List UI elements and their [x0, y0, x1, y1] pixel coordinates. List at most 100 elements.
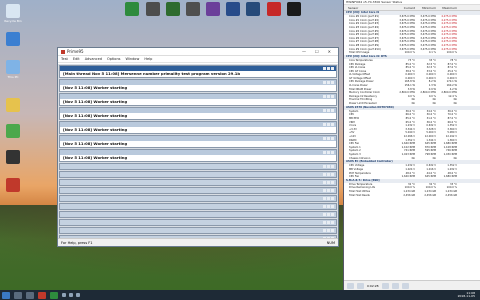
column-header[interactable]: Current	[394, 6, 415, 10]
hwinfo-sensor-list[interactable]: CPU [#0]: Intel Core i9 Core #0 Clock (pe…	[344, 11, 480, 280]
close-button[interactable]	[331, 137, 334, 140]
hwinfo-reset-button[interactable]	[391, 282, 399, 289]
desktop-icon[interactable]	[2, 150, 24, 176]
minimize-button[interactable]	[323, 137, 326, 140]
desktop-icon[interactable]	[2, 98, 24, 124]
desktop-icon[interactable]	[2, 178, 24, 204]
worker-titlebar[interactable]	[60, 212, 336, 217]
minimize-button[interactable]	[323, 165, 326, 168]
desktop-shortcut[interactable]	[183, 2, 203, 22]
worker-window[interactable]	[59, 203, 337, 210]
worker-window[interactable]: [Nov 5 11:08] Worker starting	[59, 107, 337, 120]
minimize-button[interactable]	[323, 123, 326, 126]
minimize-button[interactable]	[323, 151, 326, 154]
maximize-button[interactable]	[327, 213, 330, 216]
maximize-button[interactable]	[327, 189, 330, 192]
start-button[interactable]	[2, 291, 10, 299]
worker-window[interactable]	[59, 227, 337, 234]
close-button[interactable]	[331, 173, 334, 176]
search-icon[interactable]	[14, 291, 22, 299]
minimize-button[interactable]	[323, 109, 326, 112]
worker-window[interactable]: [Nov 5 11:08] Worker starting	[59, 121, 337, 134]
close-button[interactable]	[331, 81, 334, 84]
worker-window[interactable]	[59, 195, 337, 202]
close-button[interactable]	[331, 205, 334, 208]
worker-titlebar[interactable]	[60, 196, 336, 201]
desktop-shortcut[interactable]	[243, 2, 263, 22]
worker-titlebar[interactable]	[60, 172, 336, 177]
minimize-button[interactable]	[323, 205, 326, 208]
close-button[interactable]	[331, 151, 334, 154]
worker-window[interactable]	[59, 219, 337, 226]
tray-network-icon[interactable]	[62, 293, 66, 297]
desktop-icon[interactable]: Recycle Bin	[2, 4, 24, 30]
desktop-icon[interactable]	[2, 32, 24, 58]
menu-item[interactable]: Window	[126, 57, 140, 61]
menu-item[interactable]: Edit	[73, 57, 80, 61]
minimize-button[interactable]: —	[302, 49, 306, 54]
worker-window[interactable]	[59, 179, 337, 186]
hwinfo-close-button[interactable]	[401, 282, 409, 289]
menu-item[interactable]: Options	[107, 57, 121, 61]
close-button[interactable]	[331, 197, 334, 200]
desktop-icon[interactable]	[2, 124, 24, 150]
desktop-shortcut[interactable]	[122, 2, 142, 22]
worker-window[interactable]: [Nov 5 11:08] Worker starting	[59, 79, 337, 92]
maximize-button[interactable]	[327, 229, 330, 232]
maximize-button[interactable]	[327, 221, 330, 224]
worker-titlebar[interactable]	[60, 164, 336, 169]
desktop-shortcut[interactable]	[143, 2, 163, 22]
maximize-button[interactable]	[327, 197, 330, 200]
close-button[interactable]	[331, 67, 334, 70]
worker-window[interactable]	[59, 171, 337, 178]
prime95-titlebar[interactable]: Prime95 — ☐ ✕	[58, 48, 338, 56]
minimize-button[interactable]	[323, 95, 326, 98]
worker-window[interactable]	[59, 187, 337, 194]
close-button[interactable]	[331, 181, 334, 184]
close-button[interactable]	[331, 109, 334, 112]
tray-volume-icon[interactable]	[69, 293, 73, 297]
maximize-button[interactable]	[327, 173, 330, 176]
desktop-shortcut[interactable]	[223, 2, 243, 22]
close-button[interactable]	[331, 213, 334, 216]
task-view-icon[interactable]	[26, 291, 34, 299]
worker-window[interactable]	[59, 211, 337, 218]
maximize-button[interactable]	[327, 137, 330, 140]
minimize-button[interactable]	[323, 189, 326, 192]
close-button[interactable]	[331, 123, 334, 126]
desktop-shortcut[interactable]	[264, 2, 284, 22]
column-header[interactable]: Sensor	[344, 6, 394, 10]
desktop-shortcut[interactable]	[284, 2, 304, 22]
maximize-button[interactable]	[327, 109, 330, 112]
close-button[interactable]	[331, 229, 334, 232]
worker-window[interactable]: [Main thread Nov 5 11:08] Mersenne numbe…	[59, 65, 337, 78]
close-button[interactable]	[331, 165, 334, 168]
maximize-button[interactable]	[327, 95, 330, 98]
close-button[interactable]	[331, 95, 334, 98]
minimize-button[interactable]	[323, 173, 326, 176]
column-header[interactable]: Minimum	[415, 6, 436, 10]
worker-titlebar[interactable]	[60, 188, 336, 193]
maximize-button[interactable]	[327, 165, 330, 168]
worker-window[interactable]	[59, 163, 337, 170]
close-button[interactable]	[331, 221, 334, 224]
minimize-button[interactable]	[323, 67, 326, 70]
worker-window[interactable]: [Nov 5 11:08] Worker starting	[59, 93, 337, 106]
minimize-button[interactable]	[323, 229, 326, 232]
sensor-row[interactable]: Total Host Reads 2,456 GB 2,456 GB 2,456 GB	[344, 194, 480, 198]
maximize-button[interactable]	[327, 181, 330, 184]
desktop-shortcut[interactable]	[203, 2, 223, 22]
close-button[interactable]	[331, 189, 334, 192]
tray-battery-icon[interactable]	[76, 293, 80, 297]
maximize-button[interactable]	[327, 81, 330, 84]
worker-titlebar[interactable]	[60, 220, 336, 225]
minimize-button[interactable]	[323, 221, 326, 224]
worker-titlebar[interactable]	[60, 204, 336, 209]
minimize-button[interactable]	[323, 181, 326, 184]
hwinfo-nav-right-button[interactable]	[357, 282, 364, 289]
maximize-button[interactable]	[327, 151, 330, 154]
taskbar-app-prime95[interactable]	[38, 291, 46, 299]
hwinfo-settings-button[interactable]	[381, 282, 389, 289]
taskbar-clock[interactable]: 11:08 2018-11-05	[458, 291, 478, 299]
minimize-button[interactable]	[323, 213, 326, 216]
